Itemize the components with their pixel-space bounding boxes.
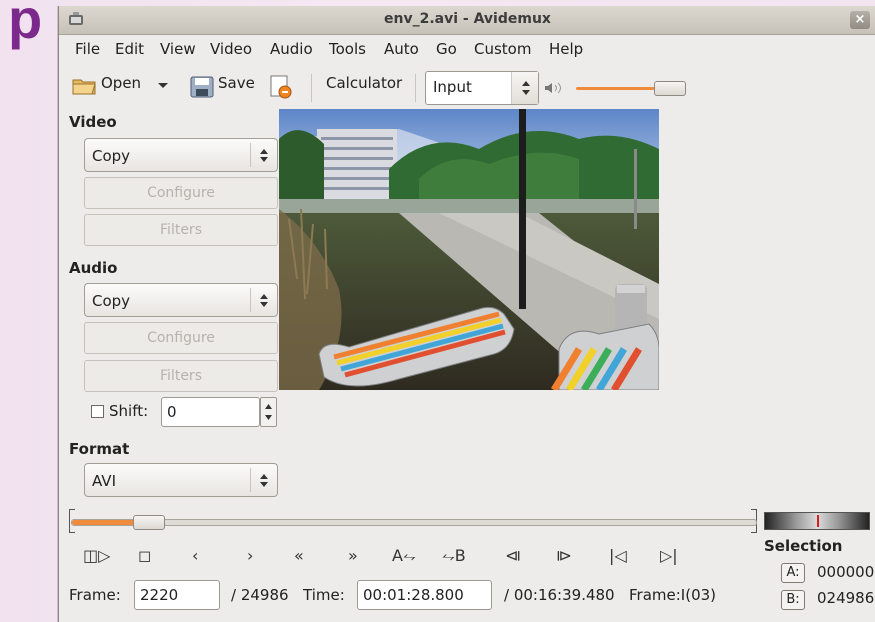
window-title: env_2.avi - Avidemux [384,11,551,27]
audio-codec-select[interactable]: Copy [84,283,278,317]
previous-frame-icon[interactable]: ‹ [192,546,198,565]
go-to-first-frame-icon[interactable]: |◁ [609,546,627,565]
time-total: / 00:16:39.480 [504,586,615,604]
toolbar-separator [415,74,416,102]
format-value: AVI [92,472,116,490]
menu-edit[interactable]: Edit [115,40,144,58]
marker-b-button[interactable]: B: [781,590,805,610]
menu-view[interactable]: View [160,40,196,58]
frame-label: Frame: [69,586,121,604]
previous-keyframe-icon[interactable]: « [294,546,304,565]
format-select[interactable]: AVI [84,463,278,497]
audio-codec-value: Copy [92,292,131,310]
open-button[interactable]: Open [101,74,141,92]
play-icon[interactable]: ◫▷ [83,546,110,565]
time-label: Time: [303,586,345,604]
save-image-icon[interactable] [268,74,294,100]
select-arrows-icon [250,288,277,312]
video-section-heading: Video [69,113,117,131]
title-bar[interactable]: env_2.avi - Avidemux × [59,6,875,35]
menu-file[interactable]: File [75,40,100,58]
set-marker-a-icon[interactable]: A⥊ [392,546,416,566]
volume-slider[interactable] [576,81,686,96]
video-preview [279,109,659,390]
shift-value: 0 [167,403,177,421]
background-letter: p [8,0,43,50]
frame-type: Frame:I(03) [629,586,717,604]
next-frame-icon[interactable]: › [247,546,253,565]
calculator-button[interactable]: Calculator [326,74,402,92]
marker-a-button[interactable]: A: [781,563,805,583]
marker-a-value: 000000 [817,563,875,581]
shift-label: Shift: [109,402,149,420]
menu-custom[interactable]: Custom [474,40,531,58]
toolbar-separator [311,74,312,102]
video-frame-image [279,109,659,390]
timeline-slider-thumb[interactable] [133,515,165,530]
menu-bar: File Edit View Video Audio Tools Auto Go… [59,36,875,62]
save-button[interactable]: Save [218,74,255,92]
menu-audio[interactable]: Audio [270,40,313,58]
shift-input[interactable]: 0 [161,397,260,427]
menu-video[interactable]: Video [210,40,252,58]
selection-heading: Selection [764,537,843,555]
select-arrows-icon [511,72,538,104]
spin-arrows-icon [265,404,272,420]
open-dropdown-arrow-icon[interactable] [157,82,169,90]
frame-value: 2220 [140,586,179,604]
volume-slider-thumb[interactable] [654,81,686,96]
save-floppy-icon[interactable] [190,76,214,98]
video-codec-select[interactable]: Copy [84,138,278,172]
select-arrows-icon [250,468,277,492]
audio-filters-button[interactable]: Filters [84,360,278,392]
menu-auto[interactable]: Auto [384,40,419,58]
frame-total: / 24986 [231,586,289,604]
go-to-marker-a-icon[interactable]: ⧏ [505,546,521,565]
marker-b-value: 024986 [817,589,875,607]
open-folder-icon[interactable] [71,74,99,98]
frame-input[interactable]: 2220 [134,580,220,610]
audio-configure-button[interactable]: Configure [84,322,278,354]
input-output-select[interactable]: Input [425,71,539,105]
toolbar: Open Save Calculator Input [59,68,875,105]
format-section-heading: Format [69,440,130,458]
video-configure-button[interactable]: Configure [84,177,278,209]
close-icon[interactable]: × [850,11,870,29]
shift-spin-button[interactable] [260,397,277,427]
menu-go[interactable]: Go [436,40,457,58]
set-marker-b-icon[interactable]: ⥊B [442,546,466,566]
selection-mini-marker [817,515,819,527]
stop-icon[interactable]: ◻ [138,546,151,565]
audio-section-heading: Audio [69,259,118,277]
menu-help[interactable]: Help [549,40,583,58]
avidemux-window: env_2.avi - Avidemux × File Edit View Vi… [58,6,875,622]
selection-mini-bar [764,512,870,530]
timeline-slider[interactable] [71,515,757,530]
input-output-value: Input [433,78,472,96]
go-to-marker-b-icon[interactable]: ⧐ [556,546,572,565]
shift-checkbox[interactable] [91,405,104,418]
video-filters-button[interactable]: Filters [84,214,278,246]
go-to-last-frame-icon[interactable]: ▷| [660,546,678,565]
speaker-volume-icon [545,82,561,94]
video-codec-value: Copy [92,147,131,165]
menu-tools[interactable]: Tools [329,40,366,58]
select-arrows-icon [250,143,277,167]
time-value: 00:01:28.800 [363,586,464,604]
time-input[interactable]: 00:01:28.800 [357,580,492,610]
next-keyframe-icon[interactable]: » [348,546,358,565]
